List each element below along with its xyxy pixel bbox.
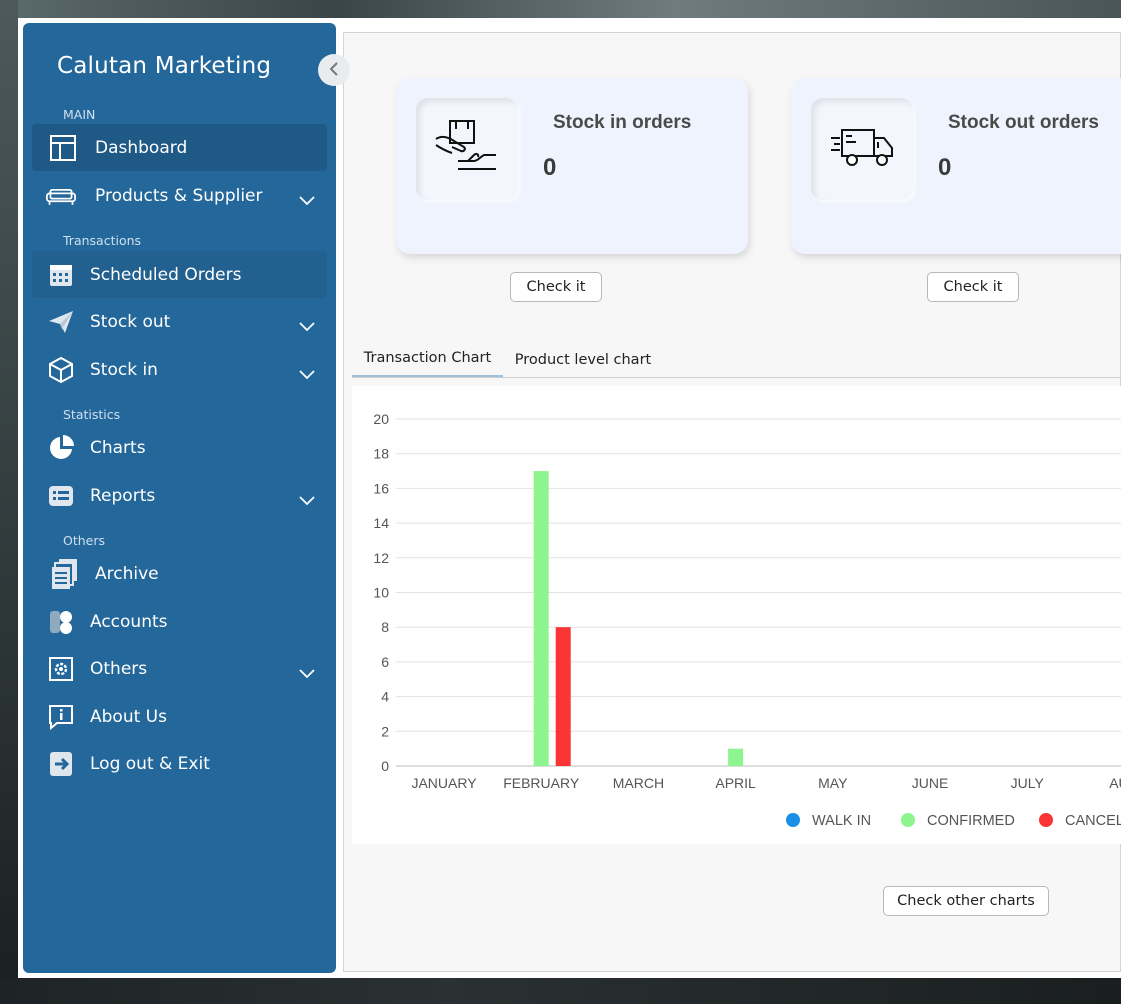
- y-tick-label: 0: [381, 758, 389, 774]
- sidebar-item-dashboard[interactable]: Dashboard: [32, 124, 327, 171]
- stock-in-card: Stock in orders 0: [396, 78, 748, 254]
- card-value: 0: [543, 154, 557, 181]
- bar: [555, 627, 571, 766]
- logout-icon: [46, 749, 76, 779]
- section-statistics: Statistics: [63, 407, 121, 422]
- chevron-down-icon[interactable]: [299, 491, 315, 505]
- section-others: Others: [63, 533, 106, 548]
- sidebar-item-label: About Us: [90, 706, 167, 727]
- section-main: MAIN: [63, 107, 96, 122]
- sidebar-item-label: Charts: [90, 437, 146, 458]
- y-tick-label: 6: [381, 654, 389, 670]
- settings-icon: [46, 654, 76, 684]
- sidebar-item-label: Reports: [90, 485, 156, 506]
- legend-label: CONFIRMED: [927, 813, 1015, 829]
- y-tick-label: 8: [381, 619, 389, 635]
- stock-out-check-button[interactable]: Check it: [927, 272, 1019, 302]
- legend-label: CANCEL: [1065, 813, 1121, 829]
- sidebar-item-stock-out[interactable]: Stock out: [32, 298, 327, 345]
- y-tick-label: 14: [373, 515, 389, 531]
- sidebar-item-label: Accounts: [90, 611, 168, 632]
- sidebar-item-products-supplier[interactable]: Products & Supplier: [32, 172, 327, 219]
- card-icon-box: [811, 98, 913, 200]
- legend-marker: [1039, 813, 1053, 827]
- app-window: Calutan Marketing MAIN Dashboard Product…: [18, 18, 1121, 978]
- sidebar-item-label: Scheduled Orders: [90, 264, 242, 285]
- legend-label: WALK IN: [812, 813, 871, 829]
- y-tick-label: 12: [373, 550, 389, 566]
- calendar-icon: [46, 260, 76, 290]
- chevron-down-icon[interactable]: [299, 317, 315, 331]
- sidebar-item-charts[interactable]: Charts: [32, 424, 327, 471]
- tab-transaction-chart[interactable]: Transaction Chart: [352, 341, 503, 378]
- pie-chart-icon: [46, 433, 76, 463]
- section-transactions: Transactions: [63, 233, 142, 248]
- sidebar: Calutan Marketing MAIN Dashboard Product…: [23, 23, 336, 973]
- report-icon: [46, 481, 76, 511]
- sidebar-item-others[interactable]: Others: [32, 645, 327, 692]
- card-value: 0: [938, 154, 952, 181]
- sidebar-item-label: Archive: [95, 563, 159, 584]
- x-tick-label: JANUARY: [411, 775, 477, 791]
- y-tick-label: 10: [373, 585, 389, 601]
- y-tick-label: 16: [373, 480, 389, 496]
- bar: [728, 748, 744, 766]
- y-tick-label: 4: [381, 689, 389, 705]
- paper-plane-icon: [46, 307, 76, 337]
- card-title: Stock in orders: [553, 112, 692, 133]
- stock-in-check-button[interactable]: Check it: [510, 272, 602, 302]
- sidebar-item-label: Others: [90, 658, 148, 679]
- y-tick-label: 18: [373, 446, 389, 462]
- dashboard-icon: [48, 133, 78, 163]
- stock-out-card: Stock out orders 0: [791, 78, 1121, 254]
- sidebar-item-reports[interactable]: Reports: [32, 472, 327, 519]
- x-tick-label: FEBRUARY: [503, 775, 580, 791]
- archive-icon: [50, 558, 80, 589]
- x-tick-label: AUG: [1109, 775, 1121, 791]
- sidebar-item-label: Stock out: [90, 311, 171, 332]
- accounts-icon: [46, 607, 76, 637]
- sidebar-item-label: Stock in: [90, 359, 158, 380]
- delivery-truck-icon: [830, 126, 894, 172]
- sofa-icon: [46, 181, 76, 211]
- sidebar-item-about-us[interactable]: About Us: [32, 693, 327, 740]
- sidebar-item-scheduled-orders[interactable]: Scheduled Orders: [32, 251, 327, 298]
- sidebar-item-stock-in[interactable]: Stock in: [32, 346, 327, 393]
- transaction-chart: 0 2 4 6 8 10 12 14 16 18 20 JANUARY FEBRUARY MARCH APR…: [352, 386, 1121, 844]
- card-title: Stock out orders: [948, 112, 1099, 133]
- tab-product-level-chart[interactable]: Product level chart: [507, 341, 659, 378]
- package-handover-icon: [434, 119, 500, 179]
- x-tick-label: JUNE: [912, 775, 949, 791]
- sidebar-item-accounts[interactable]: Accounts: [32, 598, 327, 645]
- chevron-down-icon[interactable]: [299, 664, 315, 678]
- card-icon-box: [416, 98, 518, 200]
- transaction-bar-chart: 0 2 4 6 8 10 12 14 16 18 20 JANUARY FEBRUARY MARCH APR…: [373, 411, 1121, 829]
- sidebar-item-logout[interactable]: Log out & Exit: [32, 740, 327, 787]
- y-tick-label: 20: [373, 411, 389, 427]
- legend-marker: [786, 813, 800, 827]
- y-tick-label: 2: [381, 723, 389, 739]
- legend-marker: [901, 813, 915, 827]
- check-other-charts-button[interactable]: Check other charts: [883, 886, 1049, 916]
- main-content: Stock in orders 0 Stock out orders 0 Che…: [343, 32, 1121, 972]
- x-tick-label: APRIL: [715, 775, 756, 791]
- sidebar-item-label: Products & Supplier: [95, 185, 263, 206]
- collapse-sidebar-button[interactable]: [318, 54, 350, 86]
- sidebar-item-label: Dashboard: [95, 137, 188, 158]
- sidebar-item-archive[interactable]: Archive: [32, 550, 327, 597]
- x-tick-label: JULY: [1011, 775, 1045, 791]
- chevron-down-icon[interactable]: [299, 365, 315, 379]
- chevron-down-icon[interactable]: [299, 191, 315, 205]
- sidebar-item-label: Log out & Exit: [90, 753, 210, 774]
- x-tick-label: MARCH: [613, 775, 664, 791]
- bar: [533, 471, 549, 766]
- brand-title: Calutan Marketing: [57, 53, 272, 79]
- chevron-left-icon: [329, 61, 339, 80]
- x-tick-label: MAY: [818, 775, 848, 791]
- box-icon: [46, 355, 76, 385]
- info-message-icon: [46, 702, 76, 732]
